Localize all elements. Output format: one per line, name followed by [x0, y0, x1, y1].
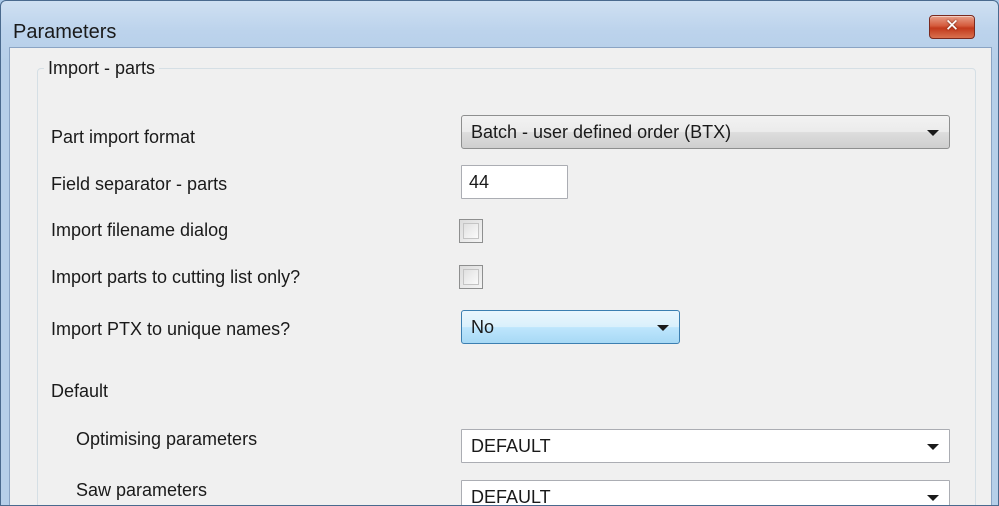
- part-import-format-label: Part import format: [51, 127, 196, 147]
- chevron-down-icon: [927, 444, 939, 450]
- window-title: Parameters: [13, 21, 117, 43]
- chevron-down-icon: [657, 325, 669, 331]
- import-ptx-unique-select[interactable]: No: [461, 310, 680, 344]
- groupbox-legend: Import - parts: [44, 58, 160, 79]
- optimising-parameters-value: DEFAULT: [471, 436, 551, 456]
- close-button[interactable]: ✕: [929, 15, 975, 39]
- optimising-parameters-select[interactable]: DEFAULT: [461, 429, 950, 463]
- field-separator-input[interactable]: 44: [461, 165, 568, 199]
- field-separator-label: Field separator - parts: [51, 174, 228, 194]
- part-import-format-select[interactable]: Batch - user defined order (BTX): [461, 115, 950, 149]
- dialog-content: Import - parts Part import format Batch …: [9, 47, 992, 506]
- import-filename-dialog-checkbox[interactable]: [459, 219, 483, 243]
- import-ptx-unique-label: Import PTX to unique names?: [51, 319, 291, 339]
- import-filename-dialog-label: Import filename dialog: [51, 220, 229, 240]
- saw-parameters-label: Saw parameters: [76, 480, 208, 500]
- saw-parameters-select[interactable]: DEFAULT: [461, 480, 950, 506]
- optimising-parameters-label: Optimising parameters: [76, 429, 258, 449]
- parameters-dialog: Parameters ✕ Import - parts Part import …: [0, 0, 999, 506]
- field-separator-value: 44: [469, 172, 490, 192]
- import-ptx-unique-value: No: [471, 317, 495, 337]
- chevron-down-icon: [927, 495, 939, 501]
- saw-parameters-value: DEFAULT: [471, 487, 551, 506]
- close-icon: ✕: [944, 16, 960, 36]
- import-cutting-list-only-label: Import parts to cutting list only?: [51, 267, 301, 287]
- part-import-format-value: Batch - user defined order (BTX): [471, 122, 732, 142]
- default-section-heading: Default: [51, 381, 109, 401]
- import-cutting-list-only-checkbox[interactable]: [459, 265, 483, 289]
- chevron-down-icon: [927, 130, 939, 136]
